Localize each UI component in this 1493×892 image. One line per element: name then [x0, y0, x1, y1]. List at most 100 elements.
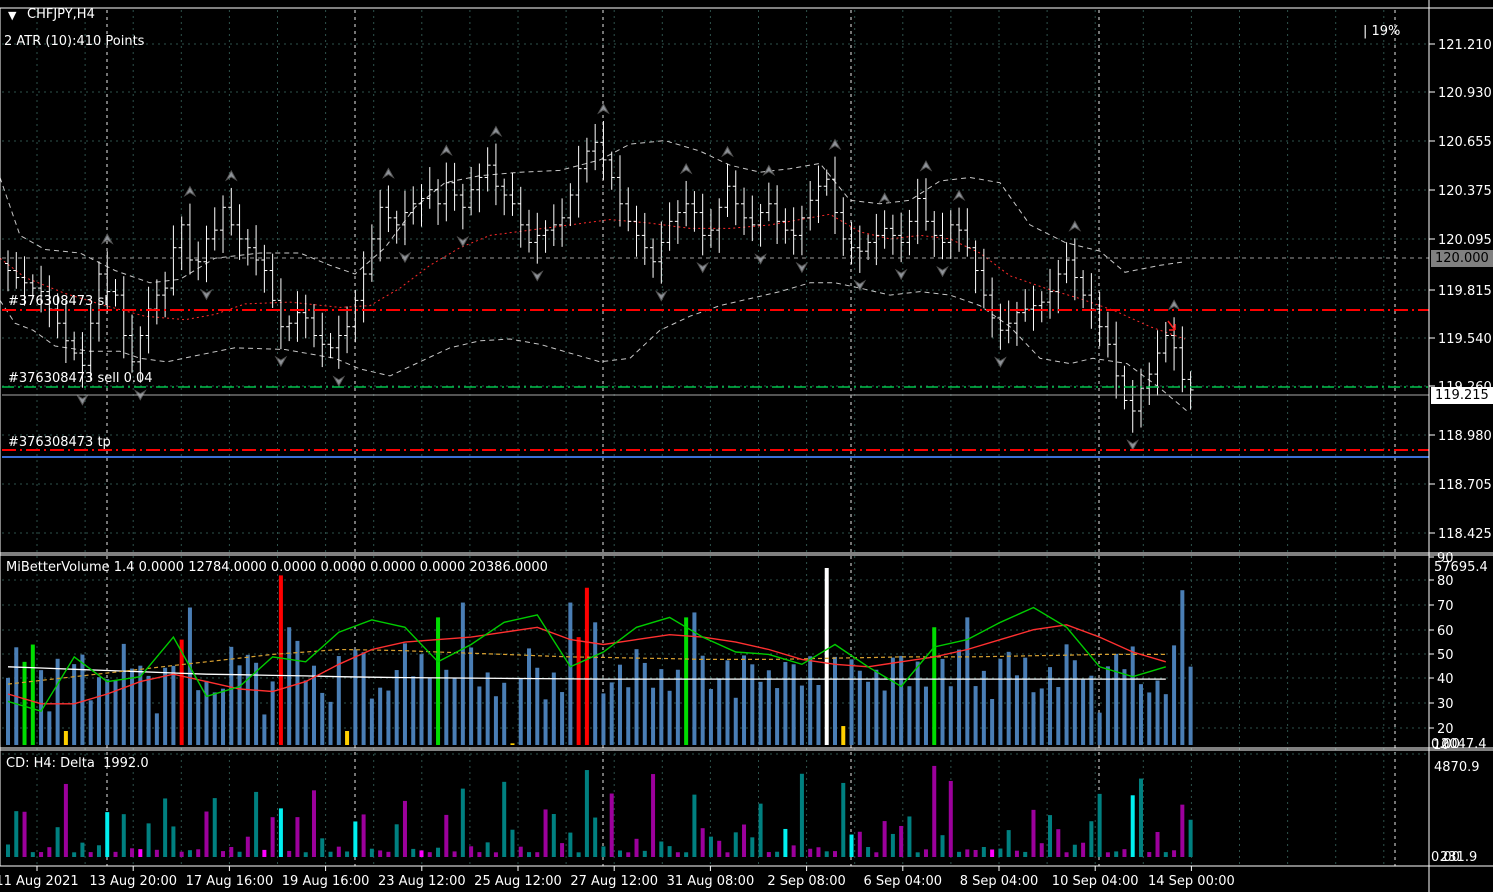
- delta-bar: [477, 852, 481, 857]
- delta-bar: [320, 838, 324, 857]
- volume-bar: [544, 699, 548, 745]
- delta-bar: [271, 817, 275, 857]
- volume-bar: [932, 627, 936, 745]
- delta-bar: [453, 851, 457, 857]
- time-axis-label: 31 Aug 08:00: [667, 874, 755, 889]
- volume-bar: [246, 655, 250, 745]
- delta-bar: [188, 850, 192, 857]
- delta-bar: [783, 829, 787, 857]
- fractal-down-icon: [334, 377, 344, 386]
- volume-bar: [469, 648, 473, 745]
- price-axis-label: 118.705: [1438, 478, 1492, 493]
- delta-bar: [949, 781, 953, 857]
- delta-bar: [72, 852, 76, 857]
- price-axis-label: 120.930: [1438, 86, 1492, 101]
- delta-bar: [1007, 830, 1011, 857]
- volume-bar: [47, 711, 51, 745]
- delta-bar: [1089, 821, 1093, 857]
- volume-bar: [1114, 654, 1118, 745]
- percent-label: | 19%: [1363, 24, 1400, 39]
- volume-bar: [725, 660, 729, 745]
- delta-bar: [1081, 843, 1085, 857]
- volume-axis-label: 40: [1437, 672, 1454, 687]
- delta-bar: [23, 812, 27, 857]
- delta-bar: [974, 850, 978, 857]
- delta-bar: [1048, 815, 1052, 857]
- volume-bar: [1131, 646, 1135, 745]
- delta-bar: [196, 849, 200, 857]
- fractal-down-icon: [656, 292, 666, 301]
- fractal-up-icon: [185, 187, 195, 196]
- fractal-down-icon: [1128, 441, 1138, 450]
- delta-bar: [1172, 850, 1176, 857]
- volume-bar: [709, 689, 713, 745]
- volume-bar: [130, 669, 134, 745]
- delta-bar: [64, 784, 68, 857]
- price-axis-label: 121.210: [1438, 38, 1492, 53]
- volume-bar: [23, 662, 27, 745]
- delta-bar: [486, 842, 490, 857]
- volume-bar: [899, 656, 903, 745]
- symbol-dropdown-icon[interactable]: ▼: [8, 8, 16, 23]
- delta-bar: [527, 852, 531, 857]
- delta-bar: [295, 817, 299, 857]
- delta-bar: [676, 852, 680, 857]
- volume-bar: [924, 687, 928, 745]
- delta-bar: [246, 837, 250, 857]
- volume-bar: [436, 617, 440, 745]
- delta-bar: [535, 852, 539, 857]
- bollinger-middle-band: [0, 214, 1185, 339]
- fractal-up-icon: [764, 166, 774, 175]
- delta-bar: [800, 774, 804, 857]
- volume-bar: [816, 685, 820, 745]
- delta-bar: [833, 851, 837, 857]
- delta-bar: [1131, 795, 1135, 857]
- volume-bar: [395, 670, 399, 745]
- time-axis-label: 14 Sep 00:00: [1148, 874, 1235, 889]
- volume-bar: [1098, 713, 1102, 745]
- volume-bar: [1106, 666, 1110, 745]
- volume-bar: [883, 691, 887, 745]
- volume-bar: [213, 692, 217, 745]
- mt4-chart-window[interactable]: 121.210120.930120.655120.375120.095119.8…: [0, 0, 1493, 892]
- delta-bar: [1122, 849, 1126, 857]
- sell-position-label[interactable]: #376308473 sell 0.04: [8, 371, 153, 386]
- delta-bar: [585, 770, 589, 857]
- volume-bar: [1073, 660, 1077, 745]
- delta-bar: [345, 851, 349, 857]
- delta-bar: [1156, 832, 1160, 857]
- delta-bar: [626, 852, 630, 857]
- volume-bar: [866, 682, 870, 745]
- takeprofit-line-label[interactable]: #376308473 tp: [8, 435, 111, 450]
- symbol-period-label[interactable]: CHFJPY,H4: [27, 7, 95, 22]
- time-axis-label: 2 Sep 08:00: [767, 874, 846, 889]
- delta-bar: [14, 811, 18, 857]
- delta-bar: [601, 846, 605, 857]
- stoploss-line-label[interactable]: #376308473 sl: [8, 294, 108, 309]
- volume-bar: [1172, 645, 1176, 745]
- delta-bar: [337, 847, 341, 857]
- delta-bar: [841, 783, 845, 857]
- delta-bar: [213, 798, 217, 857]
- delta-bar: [734, 832, 738, 857]
- volume-bar: [610, 682, 614, 745]
- delta-bar: [494, 852, 498, 857]
- time-axis-label: 8 Sep 04:00: [960, 874, 1039, 889]
- volume-bar: [825, 568, 829, 745]
- fractal-down-icon: [797, 263, 807, 272]
- delta-bar: [353, 821, 357, 857]
- delta-bar: [899, 826, 903, 857]
- volume-bar: [618, 665, 622, 745]
- volume-bar: [147, 676, 151, 745]
- delta-bar: [469, 846, 473, 857]
- volume-bar: [378, 688, 382, 745]
- fractal-up-icon: [383, 168, 393, 177]
- delta-bar: [138, 849, 142, 857]
- chart-canvas[interactable]: 121.210120.930120.655120.375120.095119.8…: [0, 0, 1493, 892]
- delta-bar: [1040, 843, 1044, 857]
- volume-bar: [833, 657, 837, 745]
- bollinger-upper-band: [0, 141, 1185, 283]
- volume-bar: [428, 678, 432, 745]
- volume-bar: [1040, 688, 1044, 745]
- delta-bar: [105, 812, 109, 857]
